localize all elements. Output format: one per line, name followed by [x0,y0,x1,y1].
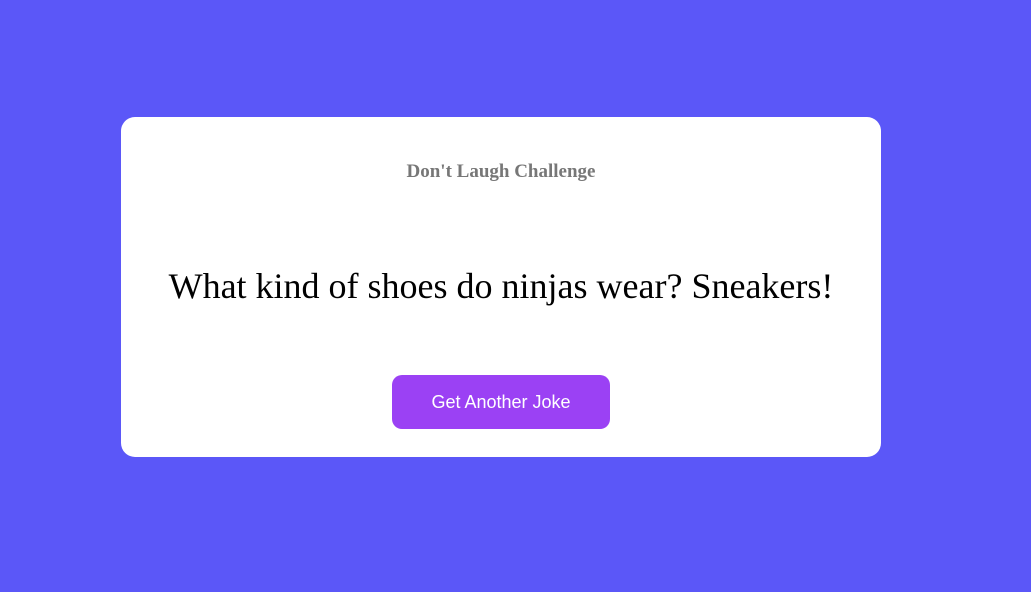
get-another-joke-button[interactable]: Get Another Joke [392,375,610,429]
app-title: Don't Laugh Challenge [406,161,596,182]
joke-text: What kind of shoes do ninjas wear? Sneak… [168,266,834,306]
